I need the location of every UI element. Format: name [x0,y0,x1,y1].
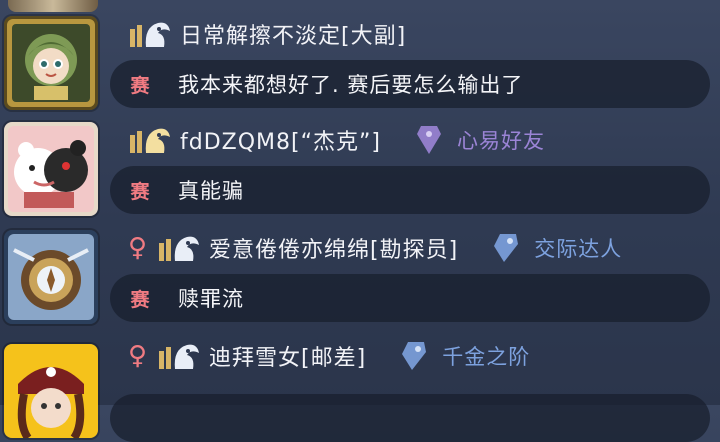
sender-name[interactable]: 迪拜雪女[邮差] [209,340,366,372]
match-tag: 赛 [130,74,150,97]
message-header: 日常解擦不淡定[大副] [128,14,406,54]
rank-emblem-icon [159,236,200,261]
purple-tag-icon [416,126,441,154]
chat-message[interactable]: 日常解擦不淡定[大副] 赛 我本来都想好了. 赛后要怎么输出了 [0,12,720,118]
message-header: fdDZQM8[“杰克”] 心易好友 [128,120,545,160]
sender-name[interactable]: fdDZQM8[“杰克”] [180,124,381,156]
friend-badge[interactable]: 心易好友 [415,124,545,156]
female-icon: ♀ [128,233,148,263]
match-tag: 赛 [130,180,150,203]
message-header: ♀ 迪拜雪女[邮差] 千金之阶 [128,336,530,376]
message-bubble: 赛 赎罪流 [110,274,710,322]
blue-tag-icon [494,234,519,262]
rank-emblem-icon [130,128,170,153]
message-bubble [110,394,710,442]
green-haired-character-avatar-icon[interactable] [4,16,98,110]
rank-emblem-icon [159,344,200,369]
badge-label: 千金之阶 [442,345,531,369]
chat-message[interactable]: ♀ 爱意倦倦亦绵绵[勘探员] 交际达人 赛 赎罪流 [0,226,720,332]
social-badge[interactable]: 交际达人 [492,232,622,264]
panda-bear-avatar-icon[interactable] [4,122,98,216]
chat-message[interactable]: fdDZQM8[“杰克”] 心易好友 赛 真能骗 [0,118,720,224]
female-icon: ♀ [128,341,148,371]
message-bubble: 赛 真能骗 [110,166,710,214]
compass-artifact-avatar-icon[interactable] [4,230,98,324]
message-text: 赎罪流 [178,287,244,311]
wealth-badge[interactable]: 千金之阶 [400,340,530,372]
rank-emblem-icon [130,22,170,47]
sender-name[interactable]: 日常解擦不淡定[大副] [180,18,406,50]
message-text: 我本来都想好了. 赛后要怎么输出了 [178,73,524,97]
badge-label: 心易好友 [456,129,545,153]
badge-label: 交际达人 [534,237,623,261]
blue-tag-icon [402,342,427,370]
message-header: ♀ 爱意倦倦亦绵绵[勘探员] 交际达人 [128,228,622,268]
previous-avatar-edge [8,0,98,12]
match-tag: 赛 [130,288,150,311]
pirate-girl-avatar-icon[interactable] [4,344,98,438]
message-bubble: 赛 我本来都想好了. 赛后要怎么输出了 [110,60,710,108]
sender-name[interactable]: 爱意倦倦亦绵绵[勘探员] [209,232,458,264]
chat-message[interactable]: ♀ 迪拜雪女[邮差] 千金之阶 [0,334,720,442]
message-text: 真能骗 [178,179,244,203]
